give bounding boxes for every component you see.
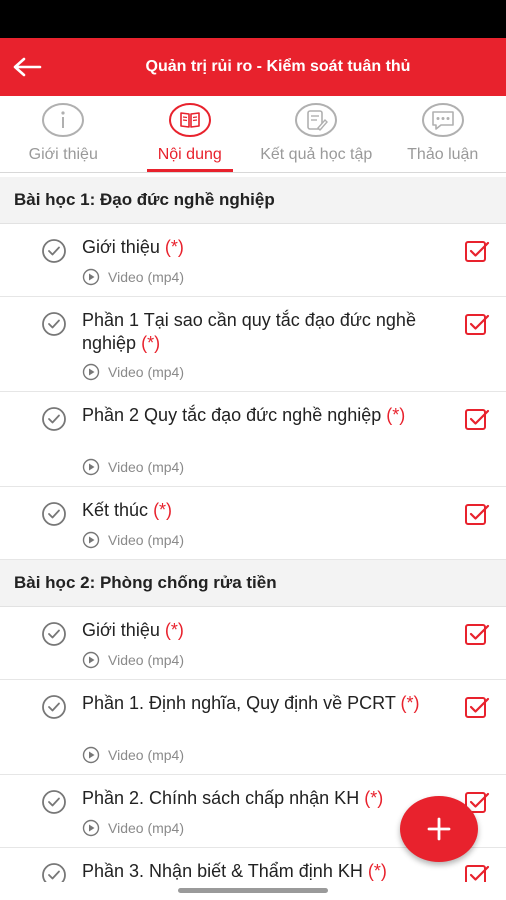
check-circle-icon bbox=[42, 695, 66, 719]
play-circle-icon bbox=[82, 746, 100, 764]
check-circle-icon bbox=[42, 863, 66, 882]
play-circle-icon bbox=[82, 458, 100, 476]
list-item[interactable]: Kết thúc (*) Video (mp4) bbox=[0, 487, 506, 560]
required-mark: (*) bbox=[364, 788, 384, 808]
home-indicator[interactable] bbox=[178, 888, 328, 893]
check-circle-icon bbox=[42, 239, 66, 263]
add-button[interactable] bbox=[400, 796, 478, 862]
page-title: Quản trị rủi ro - Kiểm soát tuân thủ bbox=[145, 58, 411, 75]
app-bar: Quản trị rủi ro - Kiểm soát tuân thủ bbox=[0, 38, 506, 96]
item-type: Video (mp4) bbox=[108, 459, 185, 475]
lesson-list: Bài học 1: Đạo đức nghề nghiệp Giới thiệ… bbox=[0, 177, 506, 882]
checkbox-checked-icon[interactable] bbox=[464, 862, 490, 882]
required-mark: (*) bbox=[386, 405, 406, 425]
check-circle-icon bbox=[42, 407, 66, 431]
required-mark: (*) bbox=[141, 333, 161, 353]
check-circle-icon bbox=[42, 312, 66, 336]
play-circle-icon bbox=[82, 651, 100, 669]
arrow-left-icon bbox=[13, 57, 42, 77]
play-circle-icon bbox=[82, 819, 100, 837]
list-item[interactable]: Phần 1. Định nghĩa, Quy định về PCRT (*)… bbox=[0, 680, 506, 775]
checkbox-checked-icon[interactable] bbox=[464, 311, 490, 337]
check-circle-icon bbox=[42, 622, 66, 646]
lesson-header: Bài học 1: Đạo đức nghề nghiệp bbox=[0, 177, 506, 224]
checkbox-checked-icon[interactable] bbox=[464, 694, 490, 720]
tab-label: Nội dung bbox=[157, 146, 222, 163]
tab-label: Thảo luận bbox=[407, 146, 479, 163]
clipboard-edit-icon bbox=[294, 102, 338, 138]
tab-intro[interactable]: Giới thiệu bbox=[0, 96, 127, 172]
lesson-header: Bài học 2: Phòng chống rửa tiền bbox=[0, 560, 506, 607]
play-circle-icon bbox=[82, 363, 100, 381]
list-item[interactable]: Phần 1 Tại sao cần quy tắc đạo đức nghề … bbox=[0, 297, 506, 392]
checkbox-checked-icon[interactable] bbox=[464, 621, 490, 647]
plus-icon bbox=[427, 817, 451, 841]
tab-discussion[interactable]: Thảo luận bbox=[380, 96, 506, 172]
required-mark: (*) bbox=[164, 237, 184, 257]
checkbox-checked-icon[interactable] bbox=[464, 238, 490, 264]
check-circle-icon bbox=[42, 502, 66, 526]
check-circle-icon bbox=[42, 790, 66, 814]
status-bar bbox=[0, 0, 506, 38]
tab-results[interactable]: Kết quả học tập bbox=[253, 96, 380, 172]
tab-content[interactable]: Nội dung bbox=[127, 96, 254, 172]
item-type: Video (mp4) bbox=[108, 652, 185, 668]
list-item[interactable]: Giới thiệu (*) Video (mp4) bbox=[0, 224, 506, 297]
list-item[interactable]: Phần 2 Quy tắc đạo đức nghề nghiệp (*) V… bbox=[0, 392, 506, 487]
chat-dots-icon bbox=[421, 102, 465, 138]
info-icon bbox=[41, 102, 85, 138]
list-item[interactable]: Giới thiệu (*) Video (mp4) bbox=[0, 607, 506, 680]
item-title: Phần 3. Nhận biết & Thẩm định KH bbox=[82, 861, 363, 881]
book-icon bbox=[168, 102, 212, 138]
checkbox-checked-icon[interactable] bbox=[464, 406, 490, 432]
item-title: Phần 1. Định nghĩa, Quy định về PCRT bbox=[82, 693, 396, 713]
item-type: Video (mp4) bbox=[108, 532, 185, 548]
tab-bar: Giới thiệu Nội dung Kết quả học tập Thảo… bbox=[0, 96, 506, 173]
item-title: Phần 2. Chính sách chấp nhận KH bbox=[82, 788, 360, 808]
play-circle-icon bbox=[82, 268, 100, 286]
required-mark: (*) bbox=[400, 693, 420, 713]
item-title: Phần 2 Quy tắc đạo đức nghề nghiệp bbox=[82, 405, 382, 425]
required-mark: (*) bbox=[164, 620, 184, 640]
item-type: Video (mp4) bbox=[108, 820, 185, 836]
item-title: Giới thiệu bbox=[82, 237, 160, 257]
tab-label: Giới thiệu bbox=[28, 146, 98, 163]
item-type: Video (mp4) bbox=[108, 364, 185, 380]
item-title: Phần 1 Tại sao cần quy tắc đạo đức nghề … bbox=[82, 310, 416, 353]
required-mark: (*) bbox=[367, 861, 387, 881]
item-type: Video (mp4) bbox=[108, 747, 185, 763]
tab-label: Kết quả học tập bbox=[260, 146, 373, 163]
item-title: Giới thiệu bbox=[82, 620, 160, 640]
required-mark: (*) bbox=[153, 500, 173, 520]
back-button[interactable] bbox=[0, 38, 54, 96]
play-circle-icon bbox=[82, 531, 100, 549]
item-type: Video (mp4) bbox=[108, 269, 185, 285]
item-title: Kết thúc bbox=[82, 500, 149, 520]
checkbox-checked-icon[interactable] bbox=[464, 501, 490, 527]
